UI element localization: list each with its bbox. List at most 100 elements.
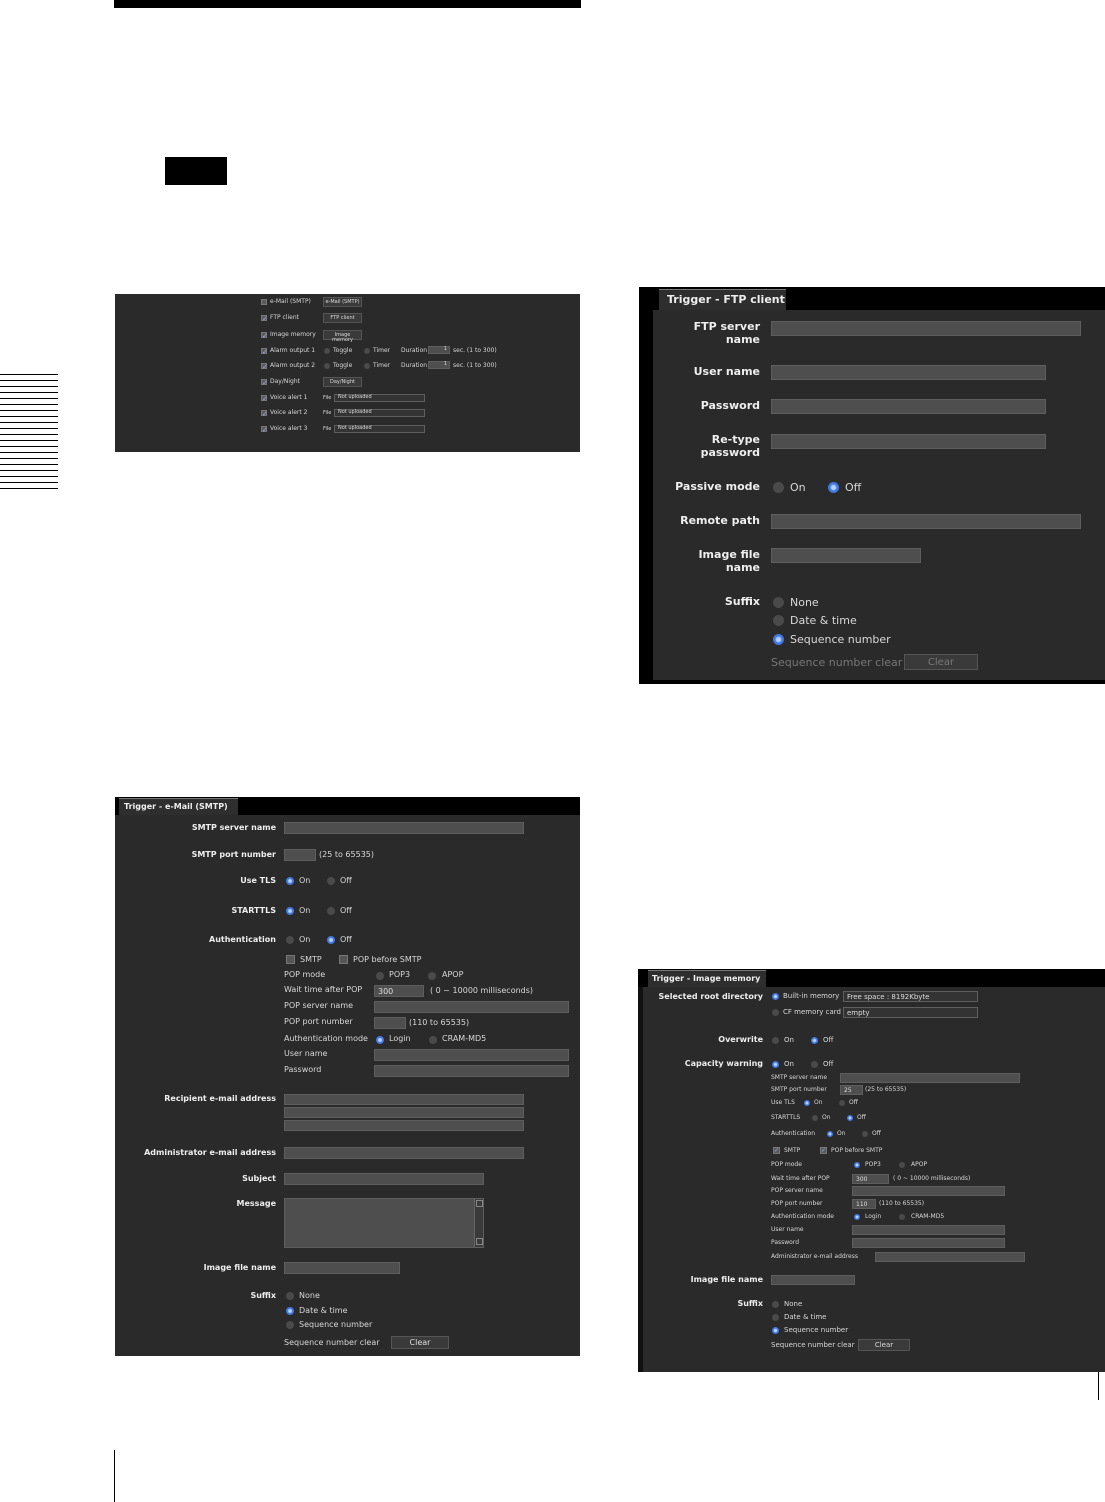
image-file-name-input[interactable]: [771, 548, 921, 563]
smtp-server-input[interactable]: [840, 1073, 1020, 1083]
password-input[interactable]: [852, 1238, 1005, 1248]
passive-on-radio[interactable]: [773, 482, 784, 493]
tls-on-radio[interactable]: [804, 1100, 810, 1106]
auth-off-radio[interactable]: [862, 1131, 868, 1137]
label-recipient: Recipient e-mail address: [164, 1094, 276, 1103]
ftp-server-input[interactable]: [771, 321, 1081, 336]
wait-time-input[interactable]: 300: [374, 985, 424, 997]
tls-off-radio[interactable]: [327, 877, 335, 885]
remote-path-input[interactable]: [771, 514, 1081, 529]
checkbox-ftp[interactable]: ✓: [261, 315, 268, 323]
capacity-on-radio[interactable]: [772, 1061, 779, 1068]
recipient-input-2[interactable]: [284, 1107, 524, 1118]
suffix-date-radio[interactable]: [286, 1307, 294, 1315]
passive-off-radio[interactable]: [828, 482, 839, 493]
pop-server-input[interactable]: [852, 1186, 1005, 1196]
scroll-up-icon[interactable]: [476, 1200, 483, 1207]
checkbox-voice-1[interactable]: ✓: [261, 395, 268, 403]
radio-timer-1[interactable]: [364, 348, 370, 354]
password-input[interactable]: [771, 399, 1046, 414]
ftp-panel-title: Trigger - FTP client: [659, 289, 786, 310]
suffix-sequence-radio[interactable]: [772, 1327, 779, 1334]
suffix-sequence-radio[interactable]: [773, 634, 784, 645]
duration-input-2[interactable]: 1: [428, 361, 450, 369]
image-memory-button[interactable]: Image memory: [323, 330, 362, 343]
auth-on-radio[interactable]: [286, 936, 294, 944]
pop-port-input[interactable]: [374, 1017, 406, 1029]
sequence-clear-button[interactable]: Clear: [391, 1336, 449, 1349]
overwrite-on-radio[interactable]: [772, 1037, 779, 1044]
duration-input-1[interactable]: 1: [428, 346, 450, 354]
ftp-button[interactable]: FTP client: [323, 313, 362, 323]
passive-on-label: On: [790, 481, 806, 494]
login-radio[interactable]: [854, 1214, 860, 1220]
radio-timer-2[interactable]: [364, 363, 370, 369]
cram-radio[interactable]: [429, 1036, 437, 1044]
checkbox-email[interactable]: [261, 299, 267, 305]
recipient-input-3[interactable]: [284, 1120, 524, 1131]
scroll-down-icon[interactable]: [476, 1238, 483, 1245]
builtin-radio[interactable]: [772, 993, 779, 1000]
pop3-radio[interactable]: [854, 1162, 860, 1168]
capacity-off-radio[interactable]: [811, 1061, 818, 1068]
image-file-name-input[interactable]: [771, 1275, 855, 1285]
retype-password-input[interactable]: [771, 434, 1046, 449]
radio-toggle-1[interactable]: [324, 348, 330, 354]
pop-server-input[interactable]: [374, 1001, 569, 1013]
starttls-on-radio[interactable]: [812, 1115, 818, 1121]
user-name-input[interactable]: [771, 365, 1046, 380]
auth-on-radio[interactable]: [827, 1131, 833, 1137]
checkbox-day-night[interactable]: ✓: [261, 379, 268, 387]
password-input[interactable]: [374, 1065, 569, 1077]
day-night-button[interactable]: Day/Night: [323, 377, 362, 387]
wait-time-input[interactable]: 300: [852, 1174, 889, 1184]
message-textarea[interactable]: [284, 1198, 484, 1248]
suffix-none-radio[interactable]: [772, 1301, 779, 1308]
suffix-date-radio[interactable]: [773, 615, 784, 626]
sequence-clear-button[interactable]: Clear: [904, 654, 978, 670]
smtp-checkbox[interactable]: [286, 955, 295, 964]
checkbox-image-memory[interactable]: ✓: [261, 332, 268, 340]
pop3-radio[interactable]: [376, 972, 384, 980]
subject-input[interactable]: [284, 1173, 484, 1185]
starttls-off-radio[interactable]: [847, 1115, 853, 1121]
pop-port-label: POP port number: [284, 1017, 353, 1026]
apop-radio[interactable]: [428, 972, 436, 980]
tls-on-radio[interactable]: [286, 877, 294, 885]
suffix-date-radio[interactable]: [772, 1314, 779, 1321]
smtp-port-input[interactable]: 25: [840, 1085, 863, 1095]
radio-toggle-2[interactable]: [324, 363, 330, 369]
smtp-server-input[interactable]: [284, 822, 524, 834]
cf-card-radio[interactable]: [772, 1009, 779, 1016]
checkbox-voice-3[interactable]: ✓: [261, 426, 268, 434]
checkbox-alarm-2[interactable]: ✓: [261, 363, 268, 371]
user-name-input[interactable]: [374, 1049, 569, 1061]
suffix-none-radio[interactable]: [773, 597, 784, 608]
checkbox-voice-2[interactable]: ✓: [261, 410, 268, 418]
label-ftp-server: FTP server name: [693, 320, 760, 347]
auth-off-radio[interactable]: [327, 936, 335, 944]
pop-before-smtp-checkbox[interactable]: ✓: [820, 1147, 827, 1154]
smtp-port-input[interactable]: [284, 849, 316, 861]
apop-radio[interactable]: [899, 1162, 905, 1168]
admin-email-input[interactable]: [284, 1147, 524, 1159]
pop-before-smtp-checkbox[interactable]: [339, 955, 348, 964]
smtp-checkbox[interactable]: ✓: [773, 1147, 780, 1154]
admin-email-input[interactable]: [875, 1252, 1025, 1262]
tls-off-radio[interactable]: [839, 1100, 845, 1106]
cram-radio[interactable]: [899, 1214, 905, 1220]
login-radio[interactable]: [376, 1036, 384, 1044]
email-button[interactable]: e-Mail (SMTP): [323, 297, 362, 307]
message-scrollbar[interactable]: [474, 1199, 483, 1247]
recipient-input-1[interactable]: [284, 1094, 524, 1105]
overwrite-off-radio[interactable]: [811, 1037, 818, 1044]
suffix-sequence-radio[interactable]: [286, 1321, 294, 1329]
pop-port-input[interactable]: 110: [852, 1199, 876, 1209]
starttls-on-radio[interactable]: [286, 907, 294, 915]
suffix-none-radio[interactable]: [286, 1292, 294, 1300]
image-file-name-input[interactable]: [284, 1262, 400, 1274]
sequence-clear-button[interactable]: Clear: [858, 1339, 910, 1351]
user-name-input[interactable]: [852, 1225, 1005, 1235]
checkbox-alarm-1[interactable]: ✓: [261, 348, 268, 356]
starttls-off-radio[interactable]: [327, 907, 335, 915]
